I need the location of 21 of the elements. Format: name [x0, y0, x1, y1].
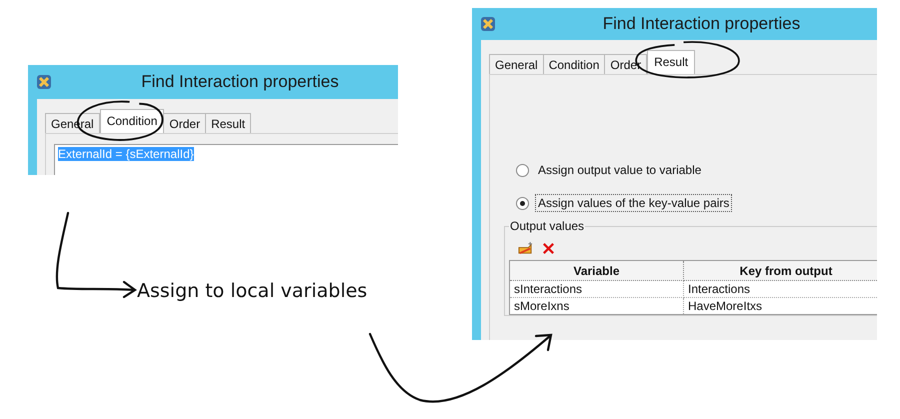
app-icon: [36, 74, 52, 90]
tab[interactable]: Condition: [100, 109, 164, 133]
radio-button[interactable]: [516, 196, 529, 210]
column-header[interactable]: Variable: [510, 260, 684, 280]
app-icon: [480, 16, 496, 32]
delete-icon[interactable]: [540, 241, 557, 256]
table-cell: sInteractions: [510, 280, 684, 298]
tab[interactable]: Result: [647, 50, 696, 74]
option-label[interactable]: Assign values of the key-value pairs: [535, 194, 732, 212]
new-item-icon[interactable]: [517, 241, 534, 256]
option-label[interactable]: Assign output value to variable: [535, 161, 704, 179]
window-title: Find Interaction properties: [602, 14, 802, 34]
group-title: Output values: [509, 219, 586, 233]
tab[interactable]: Order: [164, 113, 206, 133]
annotation-label: Assign to local variables: [137, 280, 368, 302]
radio-button[interactable]: [516, 164, 529, 176]
tab[interactable]: General: [489, 54, 544, 74]
window-title: Find Interaction properties: [140, 72, 340, 92]
column-header[interactable]: Key from output: [684, 260, 877, 280]
tab[interactable]: Condition: [544, 54, 606, 74]
tab[interactable]: Result: [206, 113, 252, 133]
